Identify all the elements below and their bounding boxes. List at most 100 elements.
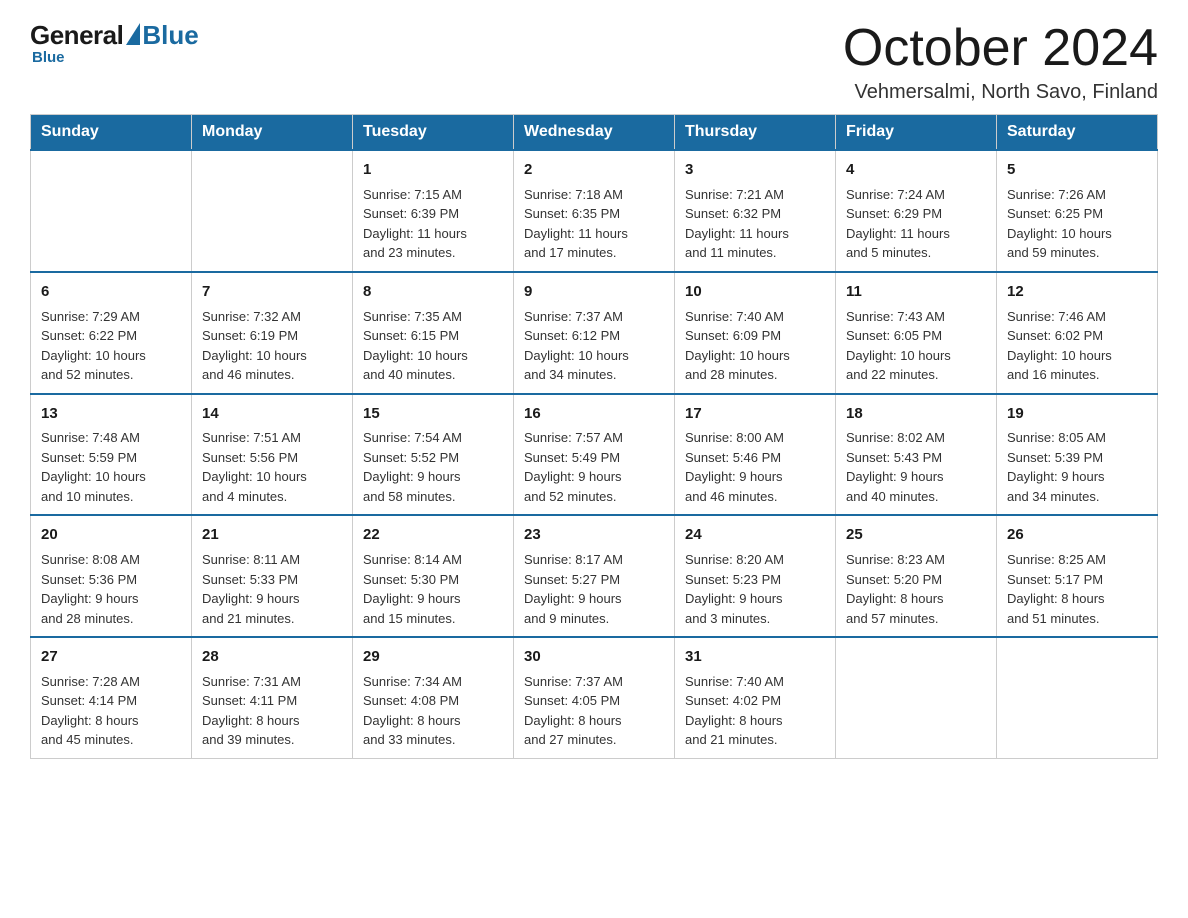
day-number: 3 [685,159,825,181]
weekday-header-saturday: Saturday [997,115,1158,151]
day-number: 22 [363,524,503,546]
day-number: 25 [846,524,986,546]
day-number: 26 [1007,524,1147,546]
day-number: 4 [846,159,986,181]
logo: General Blue Blue [30,20,199,66]
day-info: Sunrise: 8:14 AM Sunset: 5:30 PM Dayligh… [363,550,503,628]
day-info: Sunrise: 7:37 AM Sunset: 6:12 PM Dayligh… [524,307,664,385]
day-number: 19 [1007,403,1147,425]
calendar-day-cell: 4 Sunrise: 7:24 AM Sunset: 6:29 PM Daylig… [836,150,997,272]
logo-triangle-icon [126,23,140,45]
calendar-day-cell [836,637,997,758]
page-header: General Blue Blue October 2024 Vehmersal… [30,20,1158,104]
day-info: Sunrise: 8:17 AM Sunset: 5:27 PM Dayligh… [524,550,664,628]
calendar-day-cell [192,150,353,272]
day-number: 1 [363,159,503,181]
day-info: Sunrise: 7:46 AM Sunset: 6:02 PM Dayligh… [1007,307,1147,385]
calendar-day-cell: 14 Sunrise: 7:51 AM Sunset: 5:56 PM Dayli… [192,394,353,516]
day-info: Sunrise: 8:05 AM Sunset: 5:39 PM Dayligh… [1007,428,1147,506]
calendar-day-cell: 30 Sunrise: 7:37 AM Sunset: 4:05 PM Dayli… [514,637,675,758]
day-number: 12 [1007,281,1147,303]
day-info: Sunrise: 7:31 AM Sunset: 4:11 PM Dayligh… [202,672,342,750]
calendar-week-2: 6Sunrise: 7:29 AM Sunset: 6:22 PM Daylig… [31,272,1158,394]
weekday-header-tuesday: Tuesday [353,115,514,151]
day-info: Sunrise: 7:35 AM Sunset: 6:15 PM Dayligh… [363,307,503,385]
calendar-day-cell: 23 Sunrise: 8:17 AM Sunset: 5:27 PM Dayli… [514,515,675,637]
calendar-day-cell: 29 Sunrise: 7:34 AM Sunset: 4:08 PM Dayli… [353,637,514,758]
calendar-day-cell: 26 Sunrise: 8:25 AM Sunset: 5:17 PM Dayli… [997,515,1158,637]
calendar-day-cell: 31Sunrise: 7:40 AM Sunset: 4:02 PM Dayli… [675,637,836,758]
day-info: Sunrise: 8:23 AM Sunset: 5:20 PM Dayligh… [846,550,986,628]
calendar-day-cell: 19 Sunrise: 8:05 AM Sunset: 5:39 PM Dayli… [997,394,1158,516]
weekday-header-thursday: Thursday [675,115,836,151]
day-info: Sunrise: 7:48 AM Sunset: 5:59 PM Dayligh… [41,428,181,506]
day-number: 13 [41,403,181,425]
day-info: Sunrise: 8:11 AM Sunset: 5:33 PM Dayligh… [202,550,342,628]
day-number: 10 [685,281,825,303]
day-number: 23 [524,524,664,546]
calendar-week-1: 1 Sunrise: 7:15 AM Sunset: 6:39 PM Daylig… [31,150,1158,272]
day-number: 17 [685,403,825,425]
day-info: Sunrise: 8:25 AM Sunset: 5:17 PM Dayligh… [1007,550,1147,628]
calendar-week-3: 13 Sunrise: 7:48 AM Sunset: 5:59 PM Dayli… [31,394,1158,516]
calendar-day-cell: 10Sunrise: 7:40 AM Sunset: 6:09 PM Dayli… [675,272,836,394]
calendar-day-cell: 15Sunrise: 7:54 AM Sunset: 5:52 PM Dayli… [353,394,514,516]
day-info: Sunrise: 7:21 AM Sunset: 6:32 PM Dayligh… [685,185,825,263]
calendar-day-cell: 13 Sunrise: 7:48 AM Sunset: 5:59 PM Dayli… [31,394,192,516]
calendar-day-cell [31,150,192,272]
calendar-day-cell: 20 Sunrise: 8:08 AM Sunset: 5:36 PM Dayli… [31,515,192,637]
day-info: Sunrise: 7:26 AM Sunset: 6:25 PM Dayligh… [1007,185,1147,263]
calendar-day-cell: 16Sunrise: 7:57 AM Sunset: 5:49 PM Dayli… [514,394,675,516]
day-info: Sunrise: 7:15 AM Sunset: 6:39 PM Dayligh… [363,185,503,263]
weekday-header-wednesday: Wednesday [514,115,675,151]
day-number: 29 [363,646,503,668]
calendar-day-cell: 1 Sunrise: 7:15 AM Sunset: 6:39 PM Daylig… [353,150,514,272]
day-number: 11 [846,281,986,303]
day-number: 5 [1007,159,1147,181]
calendar-table: SundayMondayTuesdayWednesdayThursdayFrid… [30,114,1158,759]
day-number: 20 [41,524,181,546]
day-number: 14 [202,403,342,425]
calendar-day-cell: 24Sunrise: 8:20 AM Sunset: 5:23 PM Dayli… [675,515,836,637]
calendar-day-cell: 27Sunrise: 7:28 AM Sunset: 4:14 PM Dayli… [31,637,192,758]
day-info: Sunrise: 8:02 AM Sunset: 5:43 PM Dayligh… [846,428,986,506]
calendar-day-cell: 3 Sunrise: 7:21 AM Sunset: 6:32 PM Daylig… [675,150,836,272]
logo-general-text: General [30,20,123,51]
calendar-day-cell: 9Sunrise: 7:37 AM Sunset: 6:12 PM Daylig… [514,272,675,394]
calendar-week-4: 20 Sunrise: 8:08 AM Sunset: 5:36 PM Dayli… [31,515,1158,637]
day-info: Sunrise: 7:54 AM Sunset: 5:52 PM Dayligh… [363,428,503,506]
day-number: 27 [41,646,181,668]
day-info: Sunrise: 7:37 AM Sunset: 4:05 PM Dayligh… [524,672,664,750]
day-number: 31 [685,646,825,668]
calendar-day-cell: 22 Sunrise: 8:14 AM Sunset: 5:30 PM Dayli… [353,515,514,637]
day-info: Sunrise: 7:29 AM Sunset: 6:22 PM Dayligh… [41,307,181,385]
day-number: 8 [363,281,503,303]
calendar-day-cell: 11Sunrise: 7:43 AM Sunset: 6:05 PM Dayli… [836,272,997,394]
calendar-day-cell: 28Sunrise: 7:31 AM Sunset: 4:11 PM Dayli… [192,637,353,758]
logo-bottom-text: Blue [32,49,65,66]
calendar-day-cell: 7 Sunrise: 7:32 AM Sunset: 6:19 PM Daylig… [192,272,353,394]
day-number: 2 [524,159,664,181]
title-block: October 2024 Vehmersalmi, North Savo, Fi… [843,20,1158,104]
calendar-day-cell: 17Sunrise: 8:00 AM Sunset: 5:46 PM Dayli… [675,394,836,516]
day-info: Sunrise: 8:08 AM Sunset: 5:36 PM Dayligh… [41,550,181,628]
day-info: Sunrise: 7:18 AM Sunset: 6:35 PM Dayligh… [524,185,664,263]
day-number: 30 [524,646,664,668]
calendar-day-cell: 5 Sunrise: 7:26 AM Sunset: 6:25 PM Daylig… [997,150,1158,272]
day-info: Sunrise: 7:32 AM Sunset: 6:19 PM Dayligh… [202,307,342,385]
calendar-day-cell: 21Sunrise: 8:11 AM Sunset: 5:33 PM Dayli… [192,515,353,637]
day-info: Sunrise: 7:34 AM Sunset: 4:08 PM Dayligh… [363,672,503,750]
day-number: 18 [846,403,986,425]
logo-blue-text: Blue [142,20,198,51]
weekday-header-monday: Monday [192,115,353,151]
calendar-day-cell: 25 Sunrise: 8:23 AM Sunset: 5:20 PM Dayli… [836,515,997,637]
day-info: Sunrise: 7:51 AM Sunset: 5:56 PM Dayligh… [202,428,342,506]
calendar-day-cell: 18 Sunrise: 8:02 AM Sunset: 5:43 PM Dayli… [836,394,997,516]
day-number: 24 [685,524,825,546]
day-info: Sunrise: 7:24 AM Sunset: 6:29 PM Dayligh… [846,185,986,263]
calendar-day-cell: 12 Sunrise: 7:46 AM Sunset: 6:02 PM Dayli… [997,272,1158,394]
location-text: Vehmersalmi, North Savo, Finland [843,81,1158,104]
calendar-day-cell: 2 Sunrise: 7:18 AM Sunset: 6:35 PM Daylig… [514,150,675,272]
weekday-header-sunday: Sunday [31,115,192,151]
day-number: 7 [202,281,342,303]
